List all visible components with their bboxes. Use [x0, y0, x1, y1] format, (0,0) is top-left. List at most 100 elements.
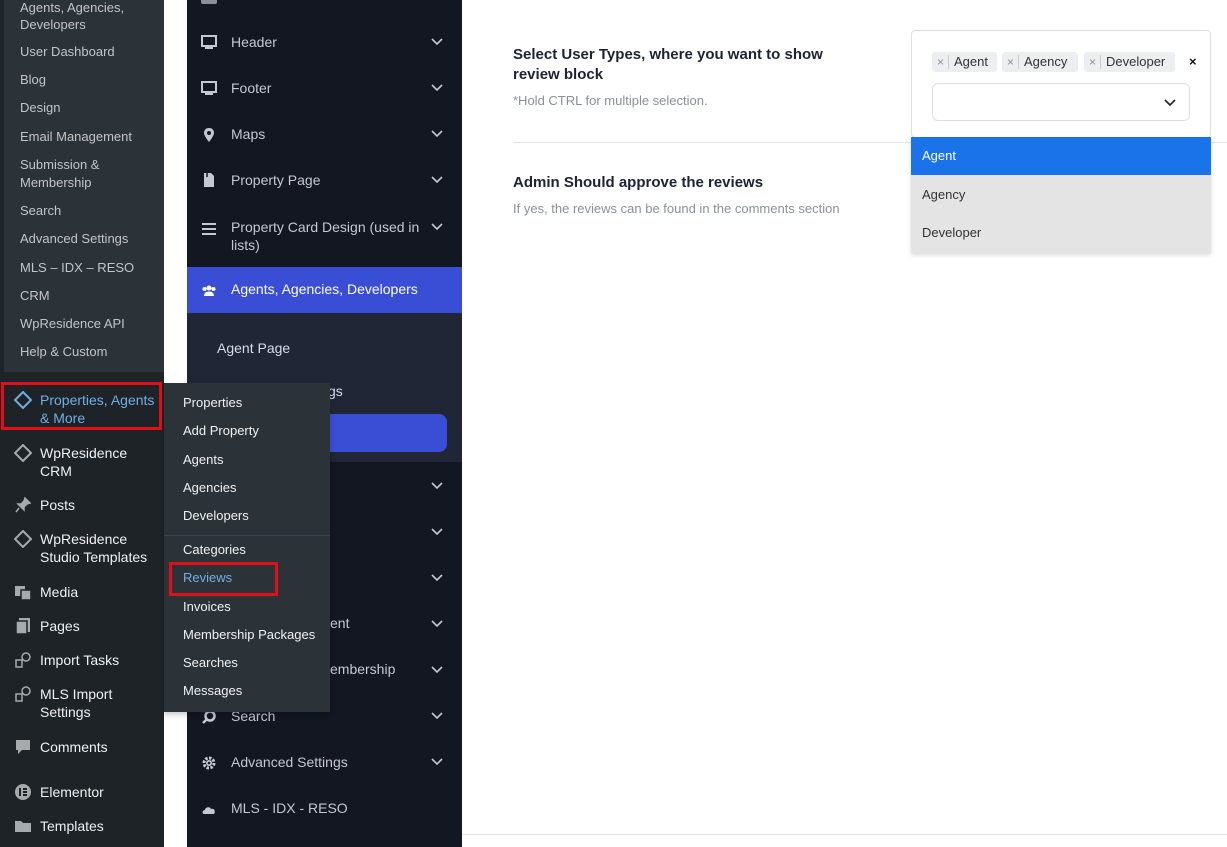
menu-elementor-label: Elementor [40, 784, 104, 800]
user-types-title-line1: Select User Types, where you want to sho… [513, 46, 823, 63]
monitor-icon [201, 80, 217, 96]
monitor-icon [201, 34, 217, 50]
menu-comments-label: Comments [40, 739, 108, 755]
opt-property-card[interactable]: Property Card Design (used in lists) [187, 210, 462, 262]
menu-studio-line2: Studio Templates [40, 549, 148, 565]
submenu-advanced[interactable]: Advanced Settings [20, 230, 160, 248]
submenu-submission[interactable]: Submission & [20, 156, 160, 174]
flyout-membership-packages[interactable]: Membership Packages [183, 626, 315, 644]
flyout-developers[interactable]: Developers [183, 507, 249, 525]
dropdown-option-developer[interactable]: Developer [911, 214, 1211, 252]
menu-media-label: Media [40, 584, 79, 600]
menu-elementor[interactable]: Elementor [4, 783, 164, 805]
flyout-searches[interactable]: Searches [183, 654, 238, 672]
menu-templates[interactable]: Templates [4, 817, 164, 839]
flyout-agencies[interactable]: Agencies [183, 479, 236, 497]
menu-media[interactable]: Media [4, 583, 164, 605]
flyout-invoices[interactable]: Invoices [183, 598, 231, 616]
opt-footer[interactable]: Footer [187, 65, 462, 111]
tag-remove-icon[interactable]: × [1007, 52, 1014, 72]
opt-property-page[interactable]: Property Page [187, 157, 462, 203]
submenu-help[interactable]: Help & Custom [20, 343, 160, 361]
opt-property-card-line1: Property Card Design (used in [231, 219, 420, 235]
flyout-messages[interactable]: Messages [183, 682, 242, 700]
opt-partial-membership-label: embership [330, 661, 396, 677]
dropdown-option-agency[interactable]: Agency [911, 176, 1211, 214]
opt-property-card-label: Property Card Design (used in lists) [231, 218, 427, 254]
media-icon [14, 583, 34, 603]
opt-footer-label: Footer [231, 80, 272, 96]
opt-header[interactable]: Header [187, 19, 462, 65]
flyout-add-property[interactable]: Add Property [183, 422, 259, 440]
tag-remove-icon[interactable]: × [1089, 52, 1096, 72]
submenu-email[interactable]: Email Management [20, 128, 160, 146]
opt-maps-label: Maps [231, 126, 266, 142]
pages-icon [14, 617, 34, 637]
chevron-down-icon [430, 127, 444, 141]
submenu-mls[interactable]: MLS – IDX – RESO [20, 259, 160, 277]
menu-studio-templates[interactable]: WpResidence Studio Templates [4, 529, 164, 570]
user-types-title: Select User Types, where you want to sho… [513, 45, 853, 85]
flyout-properties[interactable]: Properties [183, 394, 242, 412]
dropdown-option-agent[interactable]: Agent [911, 137, 1211, 175]
chevron-down-icon [430, 571, 444, 585]
opt-advanced[interactable]: Advanced Settings [187, 738, 462, 784]
submenu-membership[interactable]: Membership [20, 174, 160, 192]
approve-reviews-description: If yes, the reviews can be found in the … [513, 201, 840, 216]
submenu-blog[interactable]: Blog [20, 71, 160, 89]
opt-property-page-label: Property Page [231, 172, 321, 188]
menu-crm[interactable]: WpResidence CRM [4, 443, 164, 484]
menu-templates-label: Templates [40, 818, 104, 834]
submenu-search[interactable]: Search [20, 202, 160, 220]
gear-icon [201, 755, 217, 771]
annotation-properties-highlight [1, 382, 162, 430]
chevron-down-icon [430, 35, 444, 49]
submenu-api[interactable]: WpResidence API [20, 315, 160, 333]
tag-developer: × Developer [1084, 52, 1175, 72]
tag-agent: × Agent [932, 52, 997, 72]
chevron-down-icon[interactable] [1163, 96, 1177, 110]
chevron-down-icon [430, 709, 444, 723]
opt-agent-page[interactable]: Agent Page [217, 340, 290, 356]
tag-label: Agency [1024, 54, 1068, 69]
menu-comments[interactable]: Comments [4, 738, 164, 760]
tag-separator [1018, 55, 1019, 69]
list-icon [201, 221, 217, 237]
document-icon [201, 172, 217, 188]
submenu-design[interactable]: Design [20, 99, 160, 117]
main-content: Select User Types, where you want to sho… [462, 0, 1227, 847]
clear-all-icon[interactable]: × [1189, 54, 1197, 69]
menu-posts[interactable]: Posts [4, 496, 164, 518]
menu-pages-label: Pages [40, 618, 80, 634]
submenu-user-dashboard[interactable]: User Dashboard [20, 43, 160, 61]
menu-mls-line2: Settings [40, 704, 91, 720]
multiselect-search-input[interactable] [932, 83, 1190, 121]
opt-agents-active[interactable]: Agents, Agencies, Developers [187, 267, 462, 313]
user-types-multiselect[interactable]: × Agent × Agency × Developer × [911, 30, 1211, 138]
opt-partial-settings[interactable]: gs [328, 383, 343, 399]
opt-mls[interactable]: MLS - IDX - RESO [187, 784, 462, 830]
pin-icon [14, 496, 34, 516]
tag-remove-icon[interactable]: × [937, 52, 944, 72]
approve-reviews-title: Admin Should approve the reviews [513, 174, 764, 191]
menu-pages[interactable]: Pages [4, 617, 164, 639]
menu-mls-import[interactable]: MLS Import Settings [4, 685, 164, 725]
submenu-agents-cont[interactable]: Developers [20, 16, 160, 34]
menu-mls-line1: MLS Import [40, 686, 113, 702]
chevron-down-icon [430, 173, 444, 187]
menu-crm-label: WpResidence CRM [40, 444, 160, 480]
submenu-crm[interactable]: CRM [20, 287, 160, 305]
menu-import-tasks-label: Import Tasks [40, 652, 120, 668]
flyout-categories[interactable]: Categories [183, 541, 246, 559]
tag-separator [948, 55, 949, 69]
flyout-agents[interactable]: Agents [183, 451, 223, 469]
tag-label: Agent [954, 54, 988, 69]
tag-label: Developer [1106, 54, 1166, 69]
social-icon [201, 0, 217, 4]
submenu-agents[interactable]: Agents, Agencies, [20, 0, 160, 17]
menu-import-tasks[interactable]: Import Tasks [4, 651, 164, 673]
flyout-divider [164, 535, 330, 536]
menu-posts-label: Posts [40, 497, 76, 513]
opt-maps[interactable]: Maps [187, 111, 462, 157]
chevron-down-icon [430, 617, 444, 631]
